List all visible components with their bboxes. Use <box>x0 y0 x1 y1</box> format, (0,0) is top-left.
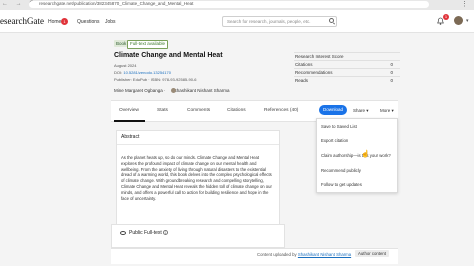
search-placeholder: Search for research, journals, people, e… <box>227 19 311 24</box>
stat-recommendations-value: 0 <box>390 70 393 75</box>
stats-divider <box>294 68 400 69</box>
browser-menu-icon[interactable]: ⋮ <box>461 0 468 8</box>
menu-item-export-citation[interactable]: Export citation <box>321 138 348 143</box>
stat-citations: Citations <box>295 62 313 67</box>
tab-overview[interactable]: Overview <box>119 108 139 113</box>
search-icon[interactable] <box>329 18 334 23</box>
publication-date: August 2024 <box>114 63 137 68</box>
author-content-badge: Author content <box>355 250 389 257</box>
publication-publisher: Publisher: EduPub · ISBN: 978-93-92585-9… <box>114 77 197 82</box>
active-tab-indicator <box>114 120 145 122</box>
tab-comments[interactable]: Comments <box>187 108 210 113</box>
hand-cursor-icon: ☝ <box>361 151 370 158</box>
publication-title: Climate Change and Mental Heat <box>114 52 223 59</box>
doi-link[interactable]: 10.5281/zenodo.13254170 <box>123 70 171 75</box>
stat-recommendations: Recommendations <box>295 70 333 75</box>
menu-item-follow[interactable]: Follow to get updates <box>321 182 362 187</box>
authors-line: Mine Margaret Ogbanga · Shashikant Nisha… <box>114 88 284 93</box>
researchgate-logo[interactable]: ResearchGate <box>0 16 44 26</box>
chevron-down-icon[interactable]: ▾ <box>466 18 469 24</box>
download-button[interactable]: Download <box>319 105 347 115</box>
tab-stats[interactable]: Stats <box>157 108 168 113</box>
content-uploaded-by: Content uploaded by Shashikant Nishant S… <box>257 252 351 257</box>
author-2[interactable]: Shashikant Nishant Sharma <box>174 88 230 93</box>
stats-divider <box>294 52 400 53</box>
eye-icon <box>120 231 126 235</box>
user-avatar[interactable] <box>454 16 463 25</box>
doi-prefix: DOI: <box>114 70 124 75</box>
menu-item-recommend[interactable]: Recommend publicly <box>321 168 361 173</box>
notification-badge: 1 <box>443 14 449 20</box>
tab-references[interactable]: References (40) <box>264 108 298 113</box>
stats-divider <box>294 60 400 61</box>
uploader-link[interactable]: Shashikant Nishant Sharma <box>298 252 351 257</box>
stat-research-interest: Research Interest Score <box>295 54 344 59</box>
abstract-divider <box>117 144 279 145</box>
stat-reads: Reads <box>295 78 309 83</box>
public-fulltext-label: Public Full-text <box>129 230 162 236</box>
nav-home[interactable]: Home <box>48 19 61 25</box>
stats-divider <box>294 76 400 77</box>
nav-questions[interactable]: Questions <box>77 19 100 25</box>
more-button[interactable]: More ▾ <box>380 108 394 114</box>
author-avatar[interactable] <box>171 88 176 93</box>
uploaded-prefix: Content uploaded by <box>257 252 298 257</box>
stat-citations-value: 0 <box>390 62 393 67</box>
abstract-heading: Abstract <box>121 134 140 140</box>
home-badge: 1 <box>61 18 68 25</box>
menu-item-claim-authorship[interactable]: Claim authorship—is this your work? <box>321 153 391 158</box>
author-1[interactable]: Mine Margaret Ogbanga · <box>114 88 167 93</box>
tab-citations[interactable]: Citations <box>227 108 246 113</box>
stat-reads-value: 0 <box>390 78 393 83</box>
menu-item-save[interactable]: Save to Saved List <box>321 124 357 129</box>
info-icon[interactable]: 1 <box>163 230 168 235</box>
nav-jobs[interactable]: Jobs <box>105 19 116 25</box>
address-bar-url[interactable]: researchgate.net/publication/382345870_C… <box>39 1 193 6</box>
public-fulltext-card <box>111 224 285 248</box>
fulltext-tag: Full-text available <box>127 40 169 49</box>
share-button[interactable]: Share ▾ <box>353 108 369 114</box>
abstract-text: As the planet heats up, so do our minds.… <box>121 155 272 201</box>
publication-doi: DOI: 10.5281/zenodo.13254170 <box>114 70 171 75</box>
